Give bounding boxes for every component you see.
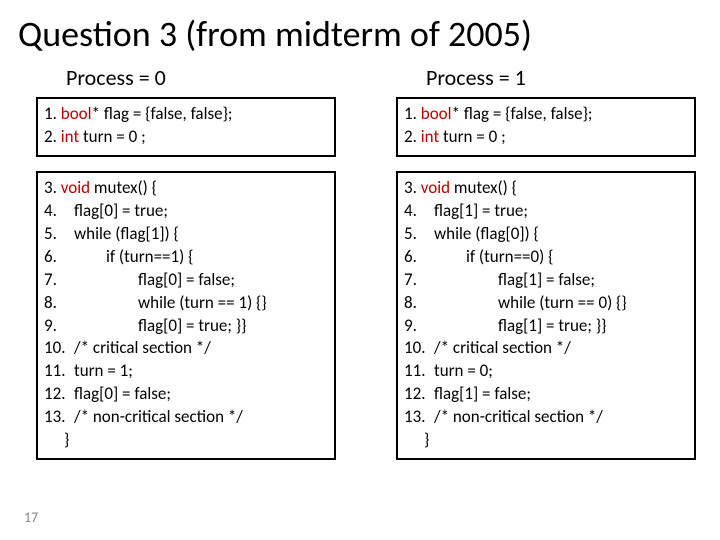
code-line: 12.flag[1] = false; xyxy=(404,383,688,406)
line-number: 11. xyxy=(404,360,434,383)
code-line: 11.turn = 1; xyxy=(44,360,328,383)
code-line: 4.flag[0] = true; xyxy=(44,200,328,223)
code-line: } xyxy=(404,429,688,452)
line-number: 4. xyxy=(404,200,434,223)
code-line: 13./* non-critical section */ xyxy=(404,406,688,429)
code-text: while (turn == 0) {} xyxy=(498,292,627,313)
line-number: 13. xyxy=(404,406,434,429)
code-text: if (turn==1) { xyxy=(106,246,193,267)
keyword-void: void xyxy=(421,177,450,198)
process-0-body: 3. void mutex() { 4.flag[0] = true; 5.wh… xyxy=(36,171,336,460)
line-number: 1. xyxy=(44,103,61,124)
line-number: 9. xyxy=(404,315,498,338)
slide-title: Question 3 (from midterm of 2005) xyxy=(0,0,720,62)
code-line: 9.flag[1] = true; }} xyxy=(404,315,688,338)
line-number: 13. xyxy=(44,406,74,429)
code-line: 3. void mutex() { xyxy=(44,177,328,200)
line-number: 3. xyxy=(44,177,61,198)
line-number: 10. xyxy=(44,337,74,360)
process-0-column: Process = 0 1. bool* flag = {false, fals… xyxy=(36,62,336,460)
code-text: /* non-critical section */ xyxy=(434,406,603,427)
code-line: 3. void mutex() { xyxy=(404,177,688,200)
two-column-layout: Process = 0 1. bool* flag = {false, fals… xyxy=(0,62,720,460)
code-text: while (flag[1]) { xyxy=(74,223,179,244)
line-number: 12. xyxy=(44,383,74,406)
line-number: 8. xyxy=(44,292,138,315)
page-number: 17 xyxy=(24,509,38,526)
code-text: while (turn == 1) {} xyxy=(138,292,267,313)
code-line: 10./* critical section */ xyxy=(404,337,688,360)
code-line: 1. bool* flag = {false, false}; xyxy=(44,103,328,126)
code-text: flag[0] = false; xyxy=(138,269,235,290)
code-line: 6.if (turn==0) { xyxy=(404,246,688,269)
code-text: mutex() { xyxy=(90,177,157,198)
code-line: 5.while (flag[0]) { xyxy=(404,223,688,246)
process-0-header: Process = 0 xyxy=(66,64,336,91)
code-text: flag[1] = true; }} xyxy=(498,315,606,336)
line-number: 5. xyxy=(404,223,434,246)
code-line: 10./* critical section */ xyxy=(44,337,328,360)
code-text: /* critical section */ xyxy=(74,337,211,358)
code-text: * flag = {false, false}; xyxy=(452,103,593,124)
code-text: turn = 0 ; xyxy=(439,126,506,147)
code-line: 4.flag[1] = true; xyxy=(404,200,688,223)
line-number: 2. xyxy=(44,126,61,147)
line-number: 7. xyxy=(44,269,138,292)
code-line: 12.flag[0] = false; xyxy=(44,383,328,406)
code-line: 2. int turn = 0 ; xyxy=(44,126,328,149)
code-text: flag[1] = false; xyxy=(498,269,595,290)
code-text: turn = 1; xyxy=(74,360,133,381)
process-1-body: 3. void mutex() { 4.flag[1] = true; 5.wh… xyxy=(396,171,696,460)
line-number: 6. xyxy=(44,246,106,269)
keyword-void: void xyxy=(61,177,90,198)
code-text: /* critical section */ xyxy=(434,337,571,358)
code-line: 1. bool* flag = {false, false}; xyxy=(404,103,688,126)
code-text: flag[1] = true; xyxy=(434,200,528,221)
code-text: turn = 0 ; xyxy=(79,126,146,147)
code-text: flag[0] = true; }} xyxy=(138,315,246,336)
code-line: } xyxy=(44,429,328,452)
code-text: flag[1] = false; xyxy=(434,383,531,404)
line-number: 11. xyxy=(44,360,74,383)
keyword-int: int xyxy=(421,126,439,147)
line-number: 4. xyxy=(44,200,74,223)
keyword-bool: bool xyxy=(61,103,92,124)
code-text: /* non-critical section */ xyxy=(74,406,243,427)
process-1-header: Process = 1 xyxy=(426,64,696,91)
code-line: 7.flag[1] = false; xyxy=(404,269,688,292)
line-number: 7. xyxy=(404,269,498,292)
code-line: 9.flag[0] = true; }} xyxy=(44,315,328,338)
keyword-bool: bool xyxy=(421,103,452,124)
code-line: 2. int turn = 0 ; xyxy=(404,126,688,149)
process-1-declarations: 1. bool* flag = {false, false}; 2. int t… xyxy=(396,97,696,157)
code-text: mutex() { xyxy=(450,177,517,198)
line-number: 6. xyxy=(404,246,466,269)
keyword-int: int xyxy=(61,126,79,147)
code-line: 5.while (flag[1]) { xyxy=(44,223,328,246)
close-brace: } xyxy=(64,429,69,450)
line-number: 10. xyxy=(404,337,434,360)
line-number: 12. xyxy=(404,383,434,406)
code-line: 11.turn = 0; xyxy=(404,360,688,383)
code-line: 13./* non-critical section */ xyxy=(44,406,328,429)
code-line: 6.if (turn==1) { xyxy=(44,246,328,269)
line-number: 9. xyxy=(44,315,138,338)
process-1-column: Process = 1 1. bool* flag = {false, fals… xyxy=(396,62,696,460)
line-number: 2. xyxy=(404,126,421,147)
code-text: if (turn==0) { xyxy=(466,246,553,267)
code-text: flag[0] = true; xyxy=(74,200,168,221)
code-text: turn = 0; xyxy=(434,360,493,381)
process-0-declarations: 1. bool* flag = {false, false}; 2. int t… xyxy=(36,97,336,157)
code-text: while (flag[0]) { xyxy=(434,223,539,244)
line-number: 8. xyxy=(404,292,498,315)
line-number: 5. xyxy=(44,223,74,246)
close-brace: } xyxy=(424,429,429,450)
code-text: flag[0] = false; xyxy=(74,383,171,404)
line-number: 1. xyxy=(404,103,421,124)
line-number: 3. xyxy=(404,177,421,198)
code-line: 8.while (turn == 0) {} xyxy=(404,292,688,315)
code-line: 8.while (turn == 1) {} xyxy=(44,292,328,315)
code-text: * flag = {false, false}; xyxy=(92,103,233,124)
code-line: 7.flag[0] = false; xyxy=(44,269,328,292)
